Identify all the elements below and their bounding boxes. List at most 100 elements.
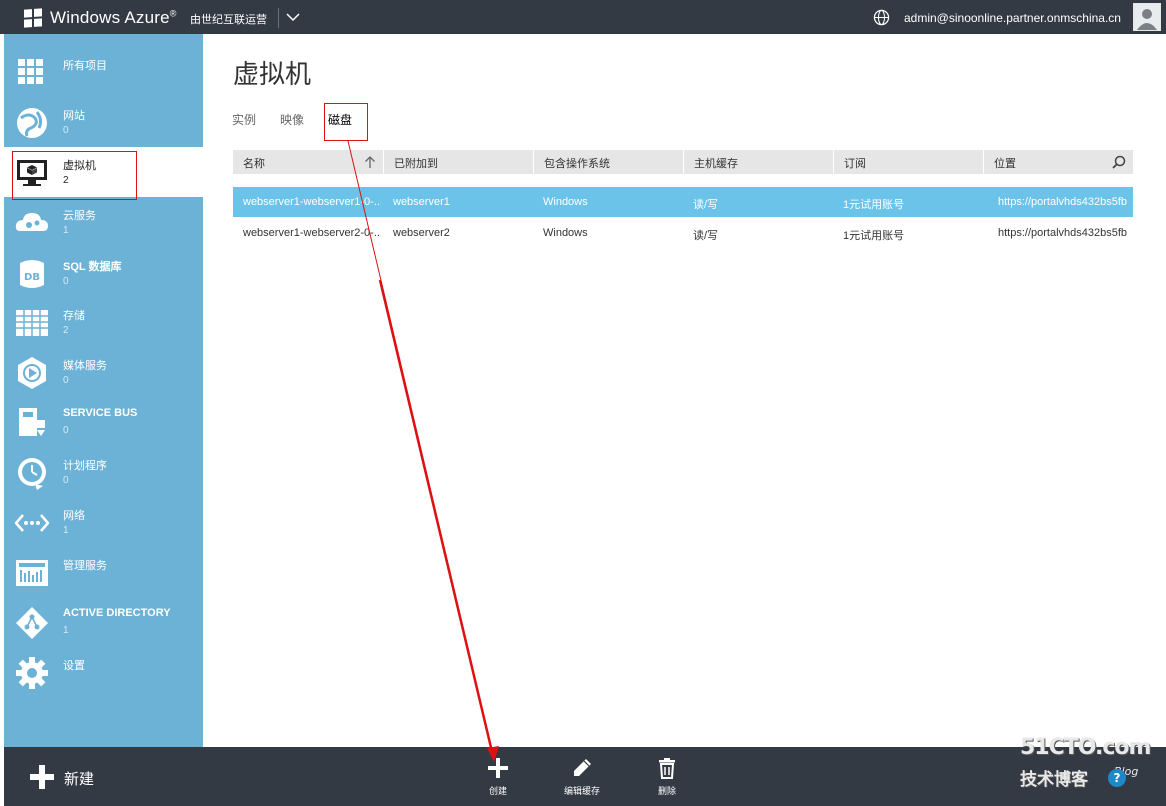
sidebar-item-label: SERVICE BUS	[63, 407, 138, 419]
sidebar-item-count: 1	[63, 625, 69, 636]
tab-images[interactable]: 映像	[280, 111, 304, 128]
grid-icon	[18, 59, 43, 84]
sidebar-item-count: 0	[63, 276, 69, 287]
sidebar-item-networks[interactable]: 网络 1	[4, 497, 203, 547]
sidebar-item-label: 所有项目	[63, 60, 107, 72]
chevron-down-icon[interactable]	[285, 9, 301, 25]
sidebar-item-storage[interactable]: 存储 2	[4, 297, 203, 347]
tab-instances[interactable]: 实例	[232, 111, 256, 128]
column-header-host-cache[interactable]: 主机缓存	[683, 150, 833, 174]
database-icon: DB	[20, 260, 44, 288]
new-button[interactable]: 新建	[30, 765, 110, 791]
table-row[interactable]: webserver1-webserver1-0-... webserver1 W…	[233, 187, 1133, 217]
plus-icon	[30, 765, 54, 789]
management-services-icon	[16, 560, 48, 586]
create-button[interactable]: 创建	[470, 757, 526, 801]
watermark-site: 51CTO.com	[1020, 735, 1151, 760]
sidebar-item-count: 0	[63, 375, 69, 386]
sidebar-item-label: 网络	[63, 510, 85, 522]
network-arrows-icon	[15, 514, 49, 532]
service-bus-icon	[19, 408, 45, 436]
create-button-label: 创建	[488, 787, 507, 797]
edit-cache-button[interactable]: 编辑缓存	[554, 757, 610, 801]
column-header-name[interactable]: 名称	[233, 150, 383, 174]
svg-text:DB: DB	[24, 272, 40, 283]
help-icon[interactable]: ?	[1108, 769, 1126, 787]
globe-icon[interactable]	[873, 9, 890, 26]
brand-name: Windows Azure®	[50, 8, 177, 27]
watermark: 51CTO.com 技术博客 Blog	[1020, 735, 1160, 793]
sidebar-item-count: 2	[63, 325, 69, 336]
column-header-location[interactable]: 位置	[983, 150, 1103, 174]
windows-azure-logo[interactable]: Windows Azure®	[24, 8, 177, 28]
cell-location: https://portalvhds432bs5fb	[998, 196, 1128, 208]
sidebar-item-websites[interactable]: 网站 0	[4, 97, 203, 147]
table-row[interactable]: webserver1-webserver2-0-... webserver2 W…	[233, 218, 1133, 248]
table-header: 名称 已附加到 包含操作系统 主机缓存 订阅 位置	[233, 150, 1133, 174]
delete-button[interactable]: 删除	[639, 757, 695, 801]
column-header-label: 名称	[243, 157, 265, 170]
column-header-os[interactable]: 包含操作系统	[533, 150, 683, 174]
sidebar-item-label: ACTIVE DIRECTORY	[63, 607, 171, 619]
cell-attached-to: webserver2	[393, 227, 450, 239]
sidebar-item-count: 0	[63, 475, 69, 486]
tenant-name: 由世纪互联运营	[190, 13, 267, 26]
sidebar-item-management-services[interactable]: 管理服务	[4, 547, 203, 597]
sidebar-item-label: 存储	[63, 310, 85, 322]
cell-os: Windows	[543, 227, 588, 239]
command-bar: 新建 创建 编辑缓存 删除	[4, 747, 1166, 806]
active-directory-icon	[16, 607, 48, 639]
sort-ascending-icon[interactable]	[364, 155, 376, 169]
sidebar-item-scheduler[interactable]: 计划程序 0	[4, 447, 203, 497]
sidebar-item-label: 网站	[63, 110, 85, 122]
trash-icon	[659, 758, 675, 779]
sidebar-item-count: 0	[63, 425, 69, 436]
watermark-blog-cn: 技术博客	[1020, 770, 1088, 790]
storage-table-icon	[16, 310, 48, 336]
sidebar-item-label: 云服务	[63, 210, 96, 222]
avatar[interactable]	[1133, 3, 1161, 31]
column-header-attached-to[interactable]: 已附加到	[383, 150, 533, 174]
website-globe-icon	[17, 108, 47, 138]
new-button-label: 新建	[64, 770, 95, 788]
edit-cache-button-label: 编辑缓存	[563, 787, 600, 797]
account-name[interactable]: admin@sinoonline.partner.onmschina.cn	[904, 11, 1121, 25]
page-title: 虚拟机	[233, 60, 312, 90]
cell-subscription: 1元试用账号	[843, 199, 905, 211]
sidebar-item-media-services[interactable]: 媒体服务 0	[4, 347, 203, 397]
column-header-subscription[interactable]: 订阅	[833, 150, 983, 174]
top-bar: Windows Azure® 由世纪互联运营 admin@sinoonline.…	[0, 0, 1166, 34]
sidebar-item-label: 计划程序	[63, 460, 107, 472]
cell-name: webserver1-webserver1-0-...	[243, 196, 381, 208]
sidebar-item-cloud-services[interactable]: 云服务 1	[4, 197, 203, 247]
sidebar-item-active-directory[interactable]: ACTIVE DIRECTORY 1	[4, 597, 203, 647]
pencil-icon	[574, 759, 591, 776]
sidebar-item-all-items[interactable]: 所有项目	[4, 47, 203, 97]
sidebar-item-sql-database[interactable]: DB SQL 数据库 0	[4, 248, 203, 298]
plus-icon	[488, 758, 508, 778]
delete-button-label: 删除	[657, 787, 676, 797]
sidebar-item-settings[interactable]: 设置	[4, 647, 203, 697]
cell-host-cache: 读/写	[693, 230, 719, 242]
sidebar-item-label: 设置	[63, 660, 85, 672]
sidebar-item-count: 1	[63, 225, 69, 236]
cell-name: webserver1-webserver2-0-...	[243, 227, 381, 239]
scheduler-clock-icon	[18, 458, 46, 490]
annotation-box-virtual-machines	[12, 151, 137, 200]
cell-attached-to: webserver1	[393, 196, 450, 208]
cell-os: Windows	[543, 196, 588, 208]
annotation-box-disks-tab	[324, 103, 368, 141]
cloud-service-icon	[15, 213, 48, 231]
gear-icon	[16, 657, 48, 689]
sidebar-item-label: SQL 数据库	[63, 261, 122, 273]
windows-logo-icon	[24, 8, 42, 28]
divider	[278, 8, 279, 28]
sidebar-item-label: 媒体服务	[63, 360, 107, 372]
search-icon[interactable]	[1112, 155, 1126, 169]
sidebar-item-count: 0	[63, 125, 69, 136]
sidebar-item-service-bus[interactable]: SERVICE BUS 0	[4, 397, 203, 447]
media-play-icon	[18, 357, 46, 389]
sidebar: 所有项目 网站 0 虚拟机 2 云服务 1 DB SQL 数据库 0 存储 2 …	[4, 34, 203, 747]
cell-subscription: 1元试用账号	[843, 230, 905, 242]
cell-host-cache: 读/写	[693, 199, 719, 211]
